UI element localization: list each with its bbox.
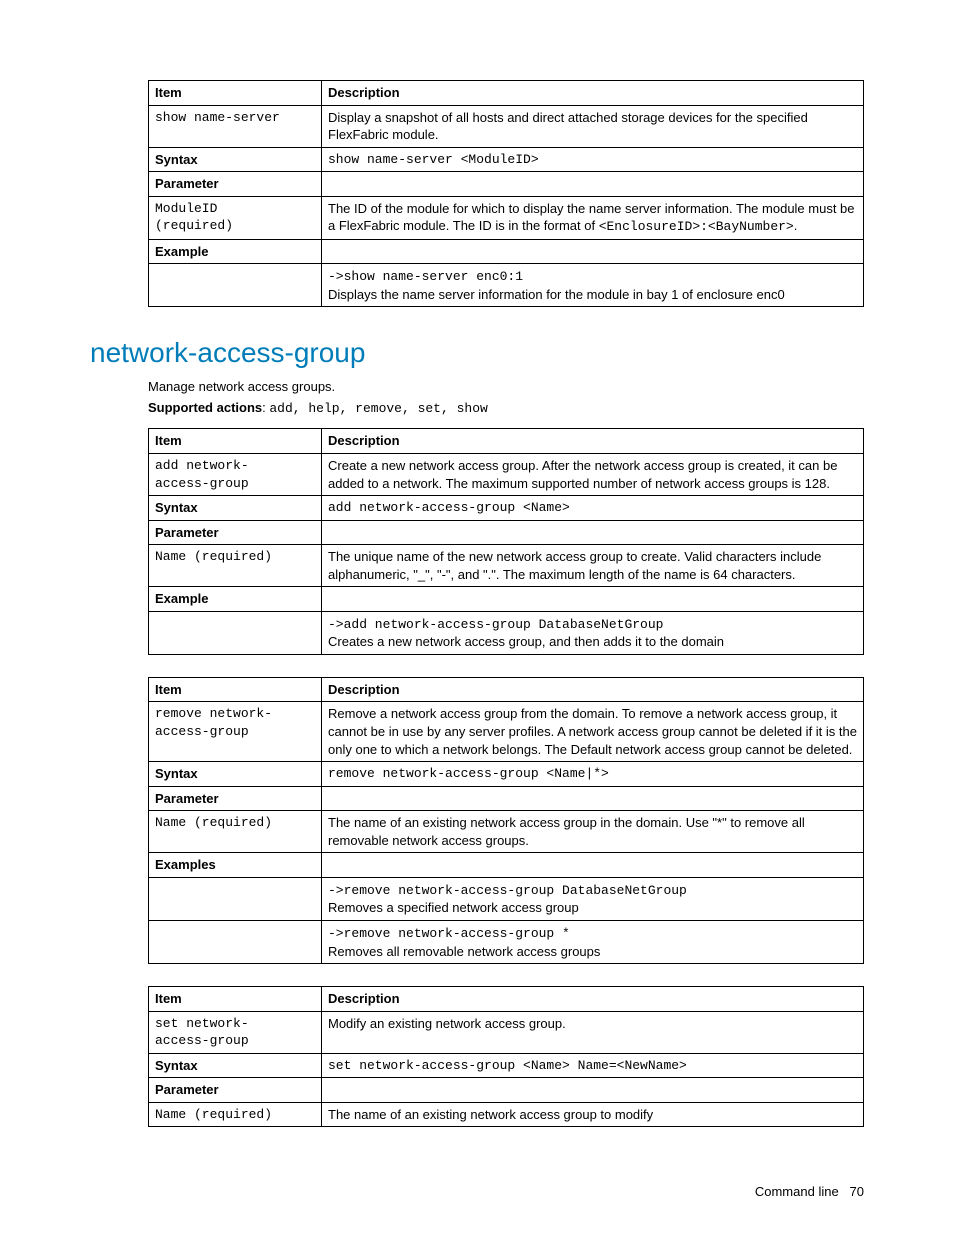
syntax-value: remove network-access-group <Name|*> [322,762,864,787]
cmd-desc: Remove a network access group from the d… [322,702,864,762]
syntax-value: add network-access-group <Name> [322,496,864,521]
syntax-value: set network-access-group <Name> Name=<Ne… [322,1053,864,1078]
section-title: network-access-group [90,337,864,369]
th-description: Description [322,987,864,1012]
example-blank [149,611,322,654]
example-empty [322,587,864,612]
parameter-empty [322,786,864,811]
example-label: Example [149,239,322,264]
example-blank [149,920,322,963]
footer-label: Command line [755,1184,839,1199]
param-desc: The ID of the module for which to displa… [322,196,864,239]
syntax-label: Syntax [149,147,322,172]
example-label: Example [149,587,322,612]
th-item: Item [149,987,322,1012]
page: Item Description show name-server Displa… [0,0,954,1235]
param-desc: The name of an existing network access g… [322,1102,864,1127]
th-item: Item [149,81,322,106]
cmd-desc: Modify an existing network access group. [322,1011,864,1053]
parameter-empty [322,1078,864,1103]
examples-empty [322,853,864,878]
cmd-name: add network-access-group [149,454,322,496]
cmd-name: remove network-access-group [149,702,322,762]
table-add-nag: Item Description add network-access-grou… [148,428,864,654]
example-empty [322,239,864,264]
syntax-label: Syntax [149,496,322,521]
th-item: Item [149,429,322,454]
page-footer: Command line 70 [755,1184,864,1199]
parameter-empty [322,172,864,197]
th-item: Item [149,677,322,702]
param-desc: The name of an existing network access g… [322,811,864,853]
th-description: Description [322,81,864,106]
param-name: Name (required) [149,545,322,587]
param-desc: The unique name of the new network acces… [322,545,864,587]
parameter-empty [322,520,864,545]
cmd-desc: Create a new network access group. After… [322,454,864,496]
th-description: Description [322,677,864,702]
param-name: Name (required) [149,811,322,853]
param-name: Name (required) [149,1102,322,1127]
cmd-desc: Display a snapshot of all hosts and dire… [322,105,864,147]
syntax-label: Syntax [149,1053,322,1078]
example-blank [149,264,322,307]
table-show-name-server: Item Description show name-server Displa… [148,80,864,307]
page-number: 70 [850,1184,864,1199]
cmd-name: set network-access-group [149,1011,322,1053]
parameter-label: Parameter [149,786,322,811]
examples-label: Examples [149,853,322,878]
param-name: ModuleID(required) [149,196,322,239]
parameter-label: Parameter [149,520,322,545]
example-content: ->add network-access-group DatabaseNetGr… [322,611,864,654]
parameter-label: Parameter [149,172,322,197]
syntax-value: show name-server <ModuleID> [322,147,864,172]
parameter-label: Parameter [149,1078,322,1103]
cmd-name: show name-server [149,105,322,147]
example-content: ->remove network-access-group * Removes … [322,920,864,963]
section-intro: Manage network access groups. [148,379,864,394]
example-content: ->show name-server enc0:1 Displays the n… [322,264,864,307]
example-blank [149,877,322,920]
th-description: Description [322,429,864,454]
syntax-label: Syntax [149,762,322,787]
example-content: ->remove network-access-group DatabaseNe… [322,877,864,920]
content-area: Item Description show name-server Displa… [148,80,864,1127]
table-set-nag: Item Description set network-access-grou… [148,986,864,1127]
supported-actions: Supported actions: add, help, remove, se… [148,400,864,416]
table-remove-nag: Item Description remove network-access-g… [148,677,864,964]
